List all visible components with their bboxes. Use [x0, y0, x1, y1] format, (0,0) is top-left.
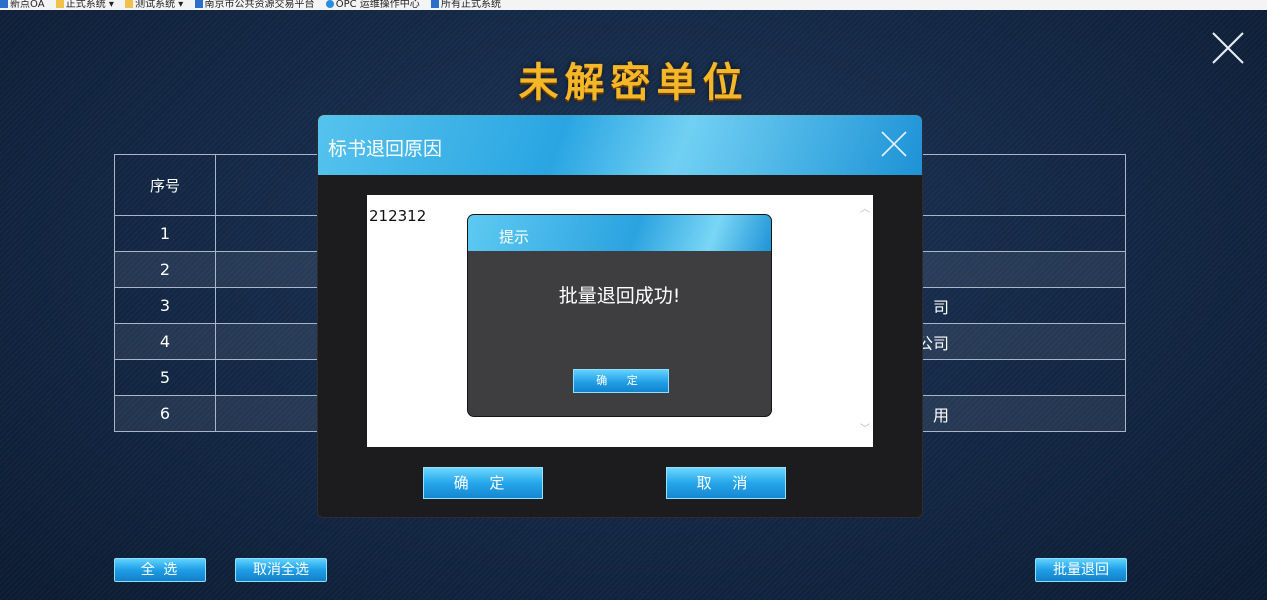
- dialog-title: 标书退回原因: [328, 138, 443, 160]
- row-index: 3: [114, 287, 216, 324]
- folder-icon: [125, 0, 134, 8]
- bookmark-item[interactable]: OPC 运维操作中心: [325, 0, 420, 10]
- tip-dialog: 提示 批量退回成功! 确 定: [467, 214, 772, 417]
- row-index: 4: [114, 323, 216, 360]
- deselect-all-button[interactable]: 取消全选: [235, 558, 327, 582]
- bookmark-item[interactable]: 南京市公共资源交易平台: [194, 0, 315, 10]
- bookmark-item[interactable]: 正式系统 ▾: [55, 0, 114, 10]
- dialog-header: 标书退回原因: [318, 115, 922, 175]
- close-icon[interactable]: [880, 130, 908, 158]
- row-index: 5: [114, 359, 216, 396]
- row-index: 1: [114, 215, 216, 252]
- bookmark-item[interactable]: 新点OA: [0, 0, 45, 10]
- page-title: 未解密单位: [518, 59, 749, 106]
- tip-ok-button[interactable]: 确 定: [573, 369, 669, 393]
- batch-return-button[interactable]: 批量退回: [1035, 558, 1127, 582]
- chevron-up-icon[interactable]: ︿: [860, 205, 870, 215]
- folder-icon: [55, 0, 64, 8]
- row-index: 6: [114, 395, 216, 432]
- reason-text: 212312: [369, 207, 427, 225]
- bookmarks-bar: 新点OA 正式系统 ▾ 测试系统 ▾ 南京市公共资源交易平台 OPC 运维操作中…: [0, 0, 1267, 10]
- select-all-button[interactable]: 全 选: [114, 558, 206, 582]
- page-icon: [430, 0, 439, 8]
- confirm-button[interactable]: 确 定: [423, 467, 543, 499]
- cancel-button[interactable]: 取 消: [666, 467, 786, 499]
- row-index: 2: [114, 251, 216, 288]
- page-icon: [0, 0, 8, 8]
- column-header-index: 序号: [114, 154, 216, 216]
- scrollbar[interactable]: ︿ ﹀: [857, 195, 873, 447]
- page-icon: [194, 0, 203, 8]
- circle-icon: [325, 0, 334, 8]
- bookmark-item[interactable]: 测试系统 ▾: [125, 0, 183, 10]
- tip-header: 提示: [468, 215, 771, 251]
- bookmark-item[interactable]: 所有正式系统: [430, 0, 501, 10]
- tip-message: 批量退回成功!: [558, 285, 681, 307]
- tip-title: 提示: [499, 228, 530, 246]
- chevron-down-icon[interactable]: ﹀: [860, 425, 870, 435]
